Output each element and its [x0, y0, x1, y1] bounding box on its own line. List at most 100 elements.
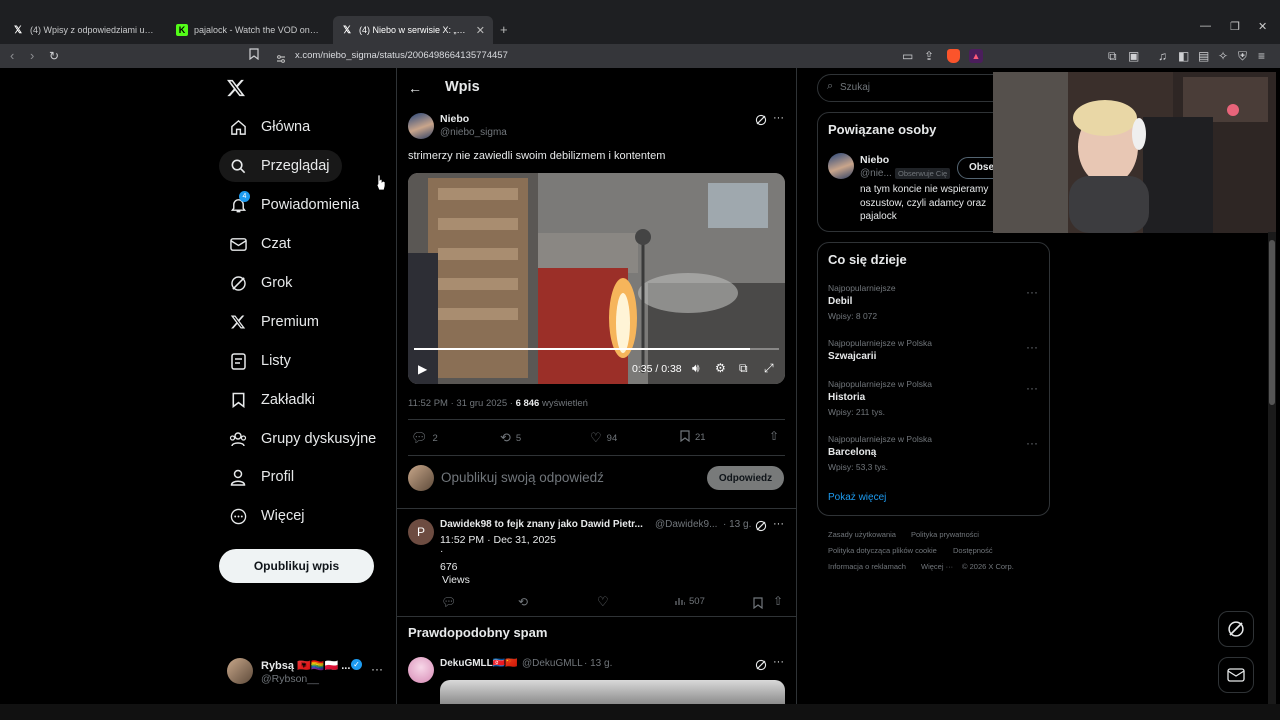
sidebar-item-1[interactable]: Główna: [219, 111, 322, 143]
browser-tab-3-active[interactable]: 𝕏 (4) Niebo w serwisie X: „strimerz... ✕: [333, 16, 493, 44]
footer-link[interactable]: Dostępność: [953, 546, 993, 555]
reply-input[interactable]: Opublikuj swoją odpowiedź: [441, 470, 604, 485]
footer-link[interactable]: Polityka dotycząca plików cookie: [828, 546, 937, 555]
grok-float-button[interactable]: [1218, 611, 1254, 647]
url-bar[interactable]: x.com/niebo_sigma/status/200649866413577…: [270, 47, 992, 65]
menu-icon[interactable]: ≡: [1258, 48, 1265, 64]
reply2-author[interactable]: DekuGMLL🇰🇵🇨🇳: [440, 658, 518, 669]
post-button[interactable]: Opublikuj wpis: [219, 549, 374, 583]
tab-search-icon[interactable]: ▣: [1128, 48, 1139, 64]
trend-more-icon[interactable]: ···: [1026, 340, 1038, 354]
account-avatar[interactable]: [227, 658, 253, 684]
reply1-views-action[interactable]: 507: [675, 596, 705, 609]
extensions-icon[interactable]: ⧉: [1108, 48, 1117, 64]
sidebar-item-8[interactable]: Zakładki: [219, 384, 327, 416]
browser-tab-2[interactable]: K pajalock - Watch the VOD on Kick: [168, 16, 328, 44]
like-action[interactable]: ♡ 94: [590, 430, 617, 446]
messages-float-button[interactable]: [1218, 657, 1254, 693]
browser-tab-1[interactable]: 𝕏 (4) Wpisy z odpowiedziami użytkow...: [4, 16, 164, 44]
reply-action[interactable]: 💬︎ 2: [411, 430, 438, 446]
sidebar-item-6[interactable]: Premium: [219, 306, 331, 338]
reload-icon[interactable]: ↻: [49, 48, 59, 64]
footer-link[interactable]: Więcej ···: [921, 562, 953, 571]
scrollbar-thumb[interactable]: [1269, 240, 1275, 405]
post-author-name[interactable]: Niebo: [440, 113, 469, 125]
trend-more-icon[interactable]: ···: [1026, 381, 1038, 395]
settings-gear-icon[interactable]: ⚙: [715, 361, 726, 375]
pip-icon[interactable]: ⧉: [739, 361, 748, 376]
x-logo-icon[interactable]: [226, 78, 246, 98]
trend-more-icon[interactable]: ···: [1026, 285, 1038, 299]
sidebar-item-11[interactable]: Więcej: [219, 500, 317, 532]
show-more-link[interactable]: Pokaż więcej: [828, 492, 886, 503]
media-icon[interactable]: ♫: [1158, 48, 1167, 64]
close-window-icon[interactable]: ✕: [1258, 20, 1267, 33]
wallet-icon[interactable]: ▤: [1198, 48, 1209, 64]
site-settings-icon[interactable]: [276, 51, 286, 63]
cast-icon[interactable]: ▭: [902, 48, 913, 64]
repost-action[interactable]: ⟲ 5: [500, 430, 521, 446]
post-author-avatar[interactable]: [408, 113, 434, 139]
reply1-reply-icon[interactable]: 💬︎: [441, 595, 456, 609]
footer-link[interactable]: Informacja o reklamach: [828, 562, 906, 571]
footer-link[interactable]: © 2026 X Corp.: [962, 562, 1014, 571]
vpn-icon[interactable]: ⛨: [1238, 48, 1247, 64]
trend-name[interactable]: Historia: [828, 392, 865, 403]
related-handle[interactable]: @nie...: [860, 168, 892, 179]
new-tab-icon[interactable]: +: [500, 22, 508, 37]
reply1-share-icon[interactable]: ⇧: [773, 594, 783, 608]
footer-link[interactable]: Zasady użytkowania: [828, 530, 896, 539]
related-name[interactable]: Niebo: [860, 154, 889, 166]
related-avatar[interactable]: [828, 153, 854, 179]
trend-name[interactable]: Szwajcarii: [828, 351, 876, 362]
sidebar-item-3[interactable]: 4 Powiadomienia: [219, 189, 371, 221]
sidebar-item-10[interactable]: Profil: [219, 461, 306, 493]
reply1-author[interactable]: Dawidek98 to fejk znany jako Dawid Pietr…: [440, 519, 643, 530]
reply1-more-icon[interactable]: ···: [773, 518, 784, 530]
reply-button[interactable]: Odpowiedz: [707, 466, 784, 490]
sidebar-item-2[interactable]: Przeglądaj: [219, 150, 342, 182]
sidebar-item-5[interactable]: Grok: [219, 267, 304, 299]
reply1-handle[interactable]: @Dawidek9...: [655, 519, 717, 530]
sidebar-icon[interactable]: ◧: [1178, 48, 1189, 64]
reply1-heart-icon[interactable]: ♡: [597, 594, 609, 610]
grok-reply2-icon[interactable]: [755, 658, 767, 676]
page-scrollbar[interactable]: [1268, 232, 1276, 704]
share-post-icon[interactable]: ⇧: [769, 429, 779, 443]
minimize-icon[interactable]: —: [1200, 20, 1211, 32]
post-more-icon[interactable]: ···: [773, 112, 784, 124]
volume-icon[interactable]: 🔊︎: [692, 361, 700, 376]
reply1-repost-icon[interactable]: ⟲: [518, 595, 528, 609]
bookmark-action[interactable]: 21: [680, 430, 706, 445]
video-progress-track[interactable]: [414, 348, 779, 350]
share-icon[interactable]: ⇪: [924, 48, 934, 64]
reply1-avatar[interactable]: P: [408, 519, 434, 545]
grok-reply-icon[interactable]: [755, 519, 767, 537]
fullscreen-icon[interactable]: ⤢: [764, 361, 774, 376]
back-icon[interactable]: ‹: [10, 48, 14, 64]
forward-icon[interactable]: ›: [30, 48, 34, 64]
trend-name[interactable]: Debil: [828, 296, 852, 307]
restore-icon[interactable]: ❐: [1230, 20, 1240, 33]
play-icon[interactable]: ▶: [418, 362, 427, 376]
footer-link[interactable]: Polityka prywatności: [911, 530, 979, 539]
reply1-bookmark-icon[interactable]: [753, 596, 763, 614]
reply2-handle[interactable]: @DekuGMLL: [522, 658, 583, 669]
brave-shields-icon[interactable]: [947, 49, 960, 63]
leo-ai-icon[interactable]: ✧: [1218, 48, 1228, 64]
brave-rewards-icon[interactable]: ▲: [969, 49, 983, 63]
trend-name[interactable]: Barceloną: [828, 447, 876, 458]
post-video[interactable]: ▶ 0:35 / 0:38 🔊︎ ⚙ ⧉ ⤢: [408, 173, 785, 384]
bookmark-page-icon[interactable]: [249, 48, 259, 64]
reply2-media[interactable]: [440, 680, 785, 704]
sidebar-item-9[interactable]: Grupy dyskusyjne: [219, 423, 388, 455]
account-more-icon[interactable]: ···: [371, 662, 383, 676]
back-arrow-icon[interactable]: ←: [408, 80, 422, 96]
sidebar-item-7[interactable]: Listy: [219, 345, 303, 377]
close-tab-icon[interactable]: ✕: [476, 24, 485, 37]
grok-post-icon[interactable]: [755, 113, 767, 131]
reply2-more-icon[interactable]: ···: [773, 656, 784, 668]
reply2-avatar[interactable]: [408, 657, 434, 683]
trend-more-icon[interactable]: ···: [1026, 436, 1038, 450]
sidebar-item-4[interactable]: Czat: [219, 228, 303, 260]
